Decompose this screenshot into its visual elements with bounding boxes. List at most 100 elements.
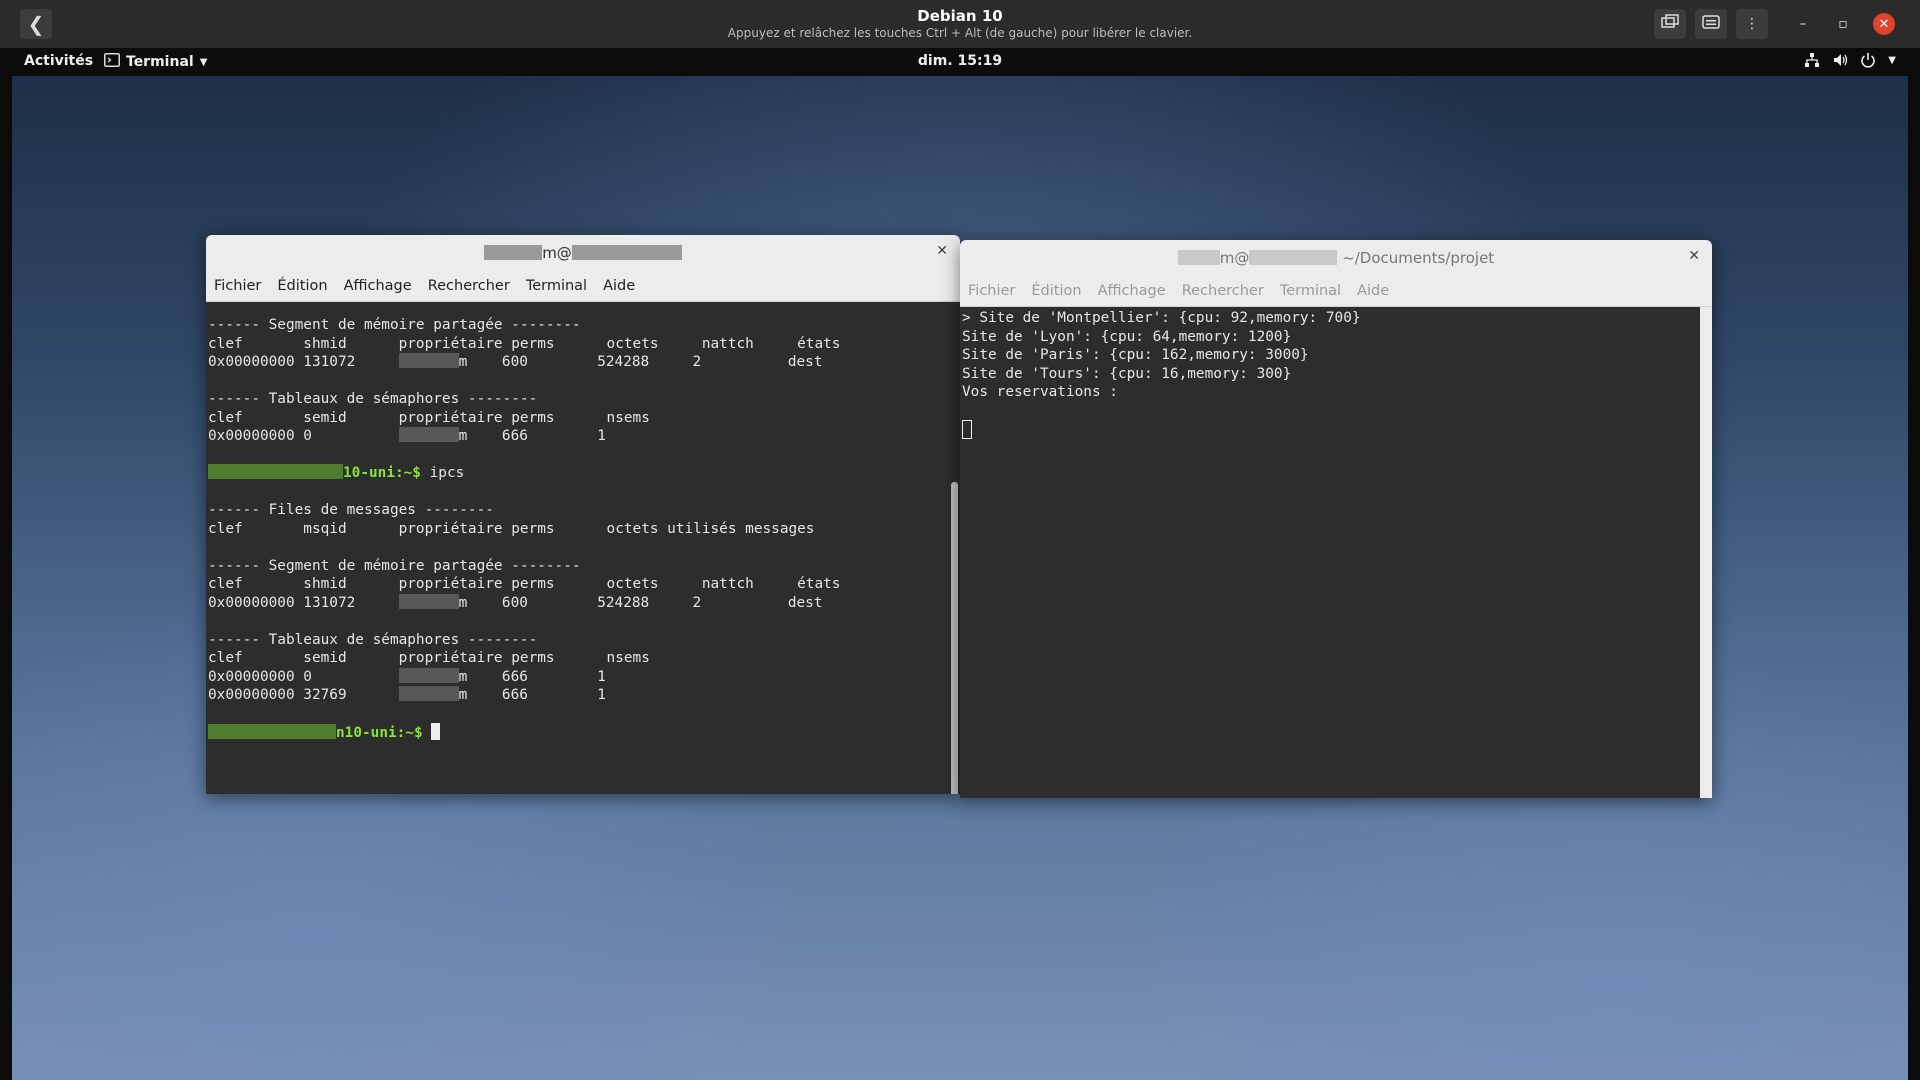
terminal-line: ------ Tableaux de sémaphores -------- <box>208 631 538 648</box>
title-user: m@ <box>1219 249 1250 267</box>
command: ipcs <box>429 465 465 481</box>
close-icon: ✕ <box>1688 248 1700 264</box>
scrollbar[interactable] <box>1700 307 1712 798</box>
volume-icon <box>1832 52 1848 72</box>
terminal-window-left[interactable]: m@ ✕ Fichier Édition Affichage Recherche… <box>206 235 960 794</box>
terminal-line: ------ Segment de mémoire partagée -----… <box>208 317 581 333</box>
menu-affichage[interactable]: Affichage <box>344 278 412 294</box>
menu-bar: Fichier Édition Affichage Rechercher Ter… <box>206 271 960 302</box>
terminal-line: 0x00000000 32769 m 666 1 <box>208 686 606 703</box>
terminal-line: clef shmid propriétaire perms octets nat… <box>208 335 841 352</box>
vm-title: Debian 10 <box>917 7 1003 25</box>
kebab-menu-icon: ⋮ <box>1745 16 1759 32</box>
keyboard-button[interactable] <box>1695 9 1727 39</box>
terminal-output[interactable]: ------ Segment de mémoire partagée -----… <box>206 302 948 794</box>
terminal-line: 0x00000000 0 m 666 1 <box>208 427 606 444</box>
menu-edition[interactable]: Édition <box>277 278 327 294</box>
terminal-line <box>962 420 1698 439</box>
terminal-line: clef semid propriétaire perms nsems <box>208 409 650 426</box>
terminal-line: Site de 'Tours': {cpu: 16,memory: 300} <box>962 365 1292 382</box>
guest-desktop: Activités Terminal ▼ dim. 15:19 ▼ m@ ✕ F… <box>12 48 1908 1080</box>
close-icon: ✕ <box>936 243 948 259</box>
gnome-top-bar: Activités Terminal ▼ dim. 15:19 ▼ <box>12 48 1908 76</box>
terminal-output[interactable]: > Site de 'Montpellier': {cpu: 92,memory… <box>960 307 1700 798</box>
scrollbar[interactable] <box>948 302 960 794</box>
menu-fichier[interactable]: Fichier <box>214 278 261 294</box>
terminal-icon <box>104 53 120 71</box>
menu-aide[interactable]: Aide <box>1357 283 1389 299</box>
caret-down-icon: ▼ <box>199 56 208 68</box>
menu-fichier[interactable]: Fichier <box>968 283 1015 299</box>
terminal-line: 10-uni:~$ ipcs <box>208 464 946 483</box>
terminal-line: ------ Tableaux de sémaphores -------- <box>208 391 538 407</box>
redacted-user <box>398 667 459 683</box>
close-vm-button[interactable]: ✕ <box>1873 13 1895 35</box>
redacted-user <box>398 686 459 701</box>
menu-aide[interactable]: Aide <box>603 278 635 294</box>
terminal-line: Site de 'Lyon': {cpu: 64,memory: 1200} <box>962 328 1292 345</box>
restore-button[interactable]: ▫ <box>1832 13 1854 35</box>
vm-menu-button[interactable]: ⋮ <box>1736 9 1768 39</box>
terminal-line: clef shmid propriétaire perms octets nat… <box>208 576 841 592</box>
terminal-titlebar[interactable]: m@ ~/Documents/projet ✕ <box>960 240 1712 276</box>
redacted-user <box>398 427 459 442</box>
terminal-line: clef msqid propriétaire perms octets uti… <box>208 520 815 537</box>
terminal-line: > Site de 'Montpellier': {cpu: 92,memory… <box>962 310 1361 326</box>
window-title: m@ ~/Documents/projet <box>960 249 1712 267</box>
window-title: m@ <box>206 244 960 262</box>
terminal-line: 0x00000000 131072 m 600 524288 2 dest <box>208 593 823 611</box>
text-cursor <box>962 420 972 439</box>
terminal-line: ------ Files de messages -------- <box>208 502 494 518</box>
caret-down-icon: ▼ <box>1888 55 1896 66</box>
prompt: n10-uni:~$ <box>336 725 432 741</box>
close-window-button[interactable]: ✕ <box>1688 248 1700 264</box>
menu-terminal[interactable]: Terminal <box>526 278 587 294</box>
network-icon <box>1804 52 1820 72</box>
activities-button[interactable]: Activités <box>24 53 93 69</box>
scroll-thumb[interactable] <box>951 482 958 794</box>
windows-icon <box>1661 14 1679 34</box>
terminal-line: clef semid propriétaire perms nsems <box>208 650 650 666</box>
menu-rechercher[interactable]: Rechercher <box>1182 283 1264 299</box>
menu-affichage[interactable]: Affichage <box>1098 283 1166 299</box>
terminal-line: 0x00000000 131072 m 600 524288 2 dest <box>208 353 823 370</box>
app-menu-label: Terminal <box>126 54 194 70</box>
close-icon: ✕ <box>1878 16 1890 32</box>
redacted-user <box>208 724 336 739</box>
display-mode-button[interactable] <box>1654 9 1686 39</box>
app-menu[interactable]: Terminal ▼ <box>104 53 207 71</box>
terminal-line: Vos reservations : <box>962 384 1118 400</box>
redacted-user <box>398 353 459 368</box>
terminal-window-right[interactable]: m@ ~/Documents/projet ✕ Fichier Édition … <box>960 240 1712 798</box>
prompt: 10-uni:~$ <box>343 465 430 481</box>
redacted-user <box>398 593 459 609</box>
menu-rechercher[interactable]: Rechercher <box>428 278 510 294</box>
terminal-titlebar[interactable]: m@ ✕ <box>206 235 960 271</box>
vm-keyboard-hint: Appuyez et relâchez les touches Ctrl + A… <box>727 26 1193 40</box>
text-cursor <box>431 723 441 740</box>
minimize-button[interactable]: – <box>1792 13 1814 35</box>
title-user: m@ <box>542 244 572 262</box>
keyboard-icon <box>1702 15 1720 33</box>
clock[interactable]: dim. 15:19 <box>918 53 1002 69</box>
close-window-button[interactable]: ✕ <box>936 243 948 259</box>
system-tray[interactable]: ▼ <box>1804 52 1896 72</box>
terminal-line: 0x00000000 0 m 666 1 <box>208 667 606 685</box>
menu-edition[interactable]: Édition <box>1031 283 1081 299</box>
power-icon <box>1860 52 1876 72</box>
terminal-line: ------ Segment de mémoire partagée -----… <box>208 557 581 574</box>
restore-icon: ▫ <box>1838 16 1848 32</box>
minimize-icon: – <box>1799 16 1807 32</box>
terminal-line: n10-uni:~$ <box>208 723 946 742</box>
vm-titlebar: ❮ Debian 10 Appuyez et relâchez les touc… <box>0 0 1920 48</box>
menu-terminal[interactable]: Terminal <box>1280 283 1341 299</box>
title-path: ~/Documents/projet <box>1337 249 1495 267</box>
redacted-user <box>208 464 343 479</box>
